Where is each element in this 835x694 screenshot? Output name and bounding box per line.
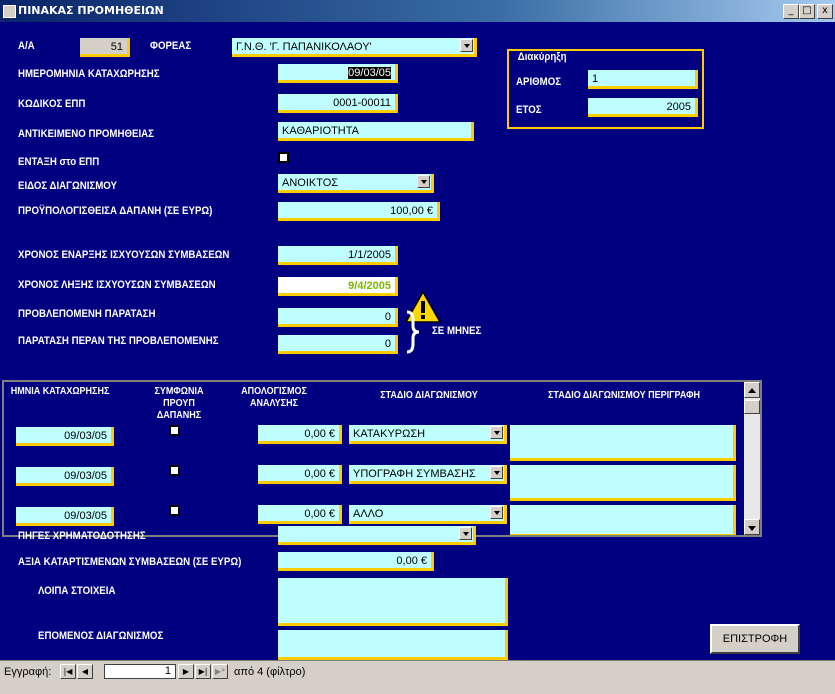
row-amount-field[interactable]: 0,00 € [258,465,342,484]
row-agree-checkbox[interactable] [169,425,180,436]
months-label: ΣΕ ΜΗΝΕΣ [432,325,482,337]
subform-rows: 09/03/05 0,00 € ΚΑΤΑΚΥΡΩΣΗ 09/03/05 0,00… [4,425,744,535]
aa-field[interactable]: 51 [80,38,130,57]
start-field[interactable]: 1/1/2005 [278,246,398,265]
diakiriksi-title: Διακύρηξη [516,51,569,63]
ext-field[interactable]: 0 [278,308,398,327]
last-record-icon[interactable]: ▶| [195,664,211,679]
chevron-down-icon[interactable] [459,527,472,540]
form-icon [3,5,16,18]
minimize-button[interactable]: _ [783,4,799,19]
other-label: ΛΟΙΠΑ ΣΤΟΙΧΕΙΑ [38,585,116,597]
row-date-field[interactable]: 09/03/05 [16,467,114,486]
subform-scrollbar[interactable] [744,382,760,535]
budget-label: ΠΡΟΫΠΟΛΟΓΙΣΘΕΙΣΑ ΔΑΠΑΝΗ (ΣΕ ΕΥΡΩ) [18,205,213,217]
next-field[interactable] [278,630,508,660]
start-label: ΧΡΟΝΟΣ ΕΝΑΡΞΗΣ ΙΣΧΥΟΥΣΩΝ ΣΥΜΒΑΣΕΩΝ [18,249,230,261]
scroll-thumb[interactable] [744,400,760,414]
subform-header: ΗΜΝΙΑ ΚΑΤΑΧΩΡΗΣΗΣ ΣΥΜΦΩΝΙΑ ΠΡΟΥΠ ΔΑΠΑΝΗΣ… [4,382,744,425]
record-navigation: Εγγραφή: |◀ ◀ 1 ▶ ▶| ▶* από 4 (φίλτρο) [0,660,835,694]
row-stage-value: ΚΑΤΑΚΥΡΩΣΗ [353,428,426,440]
number-label: ΑΡΙΘΜΟΣ [516,76,562,88]
prev-record-icon[interactable]: ◀ [77,664,93,679]
ext2-field[interactable]: 0 [278,335,398,354]
row-stage-combo[interactable]: ΚΑΤΑΚΥΡΩΣΗ [349,425,507,444]
scroll-up-icon[interactable] [744,382,760,398]
chevron-down-icon[interactable] [417,175,430,188]
budget-field[interactable]: 100,00 € [278,202,440,221]
year-field[interactable]: 2005 [588,98,698,117]
row-desc-field[interactable] [510,425,736,461]
ext-label: ΠΡΟΒΛΕΠΟΜΕΝΗ ΠΑΡΑΤΑΣΗ [18,308,156,320]
col-stage-header: ΣΤΑΔΙΟ ΔΙΑΓΩΝΙΣΜΟΥ [380,390,478,401]
code-label: ΚΩΔΙΚΟΣ ΕΠΠ [18,98,86,110]
col-agree-header: ΣΥΜΦΩΝΙΑ ΠΡΟΥΠ ΔΑΠΑΝΗΣ [154,386,204,421]
type-label: ΕΙΔΟΣ ΔΙΑΓΩΝΙΣΜΟΥ [18,180,117,192]
col-desc-header: ΣΤΑΔΙΟ ΔΙΑΓΩΝΙΣΜΟΥ ΠΕΡΙΓΡΑΦΗ [547,390,701,401]
code-field[interactable]: 0001-00011 [278,94,398,113]
year-label: ΕΤΟΣ [516,104,542,116]
type-combo[interactable]: ΑΝΟΙΚΤΟΣ [278,174,434,193]
new-record-icon[interactable]: ▶* [212,664,228,679]
brace-icon [406,310,420,354]
date-field[interactable]: 09/03/05 [278,64,398,83]
number-field[interactable]: 1 [588,70,698,89]
end-field[interactable]: 9/4/2005 [278,277,398,296]
date-value: 09/03/05 [348,67,391,79]
row-amount-field[interactable]: 0,00 € [258,425,342,444]
form-body: Α/Α 51 ΦΟΡΕΑΣ Γ.Ν.Θ. 'Γ. ΠΑΠΑΝΙΚΟΛΑΟΥ' Δ… [0,22,835,660]
value-label: ΑΞΙΑ ΚΑΤΑΡΤΙΣΜΕΝΩΝ ΣΥΜΒΑΣΕΩΝ (ΣΕ ΕΥΡΩ) [18,556,242,568]
row-date-field[interactable]: 09/03/05 [16,507,114,526]
window-title: ΠΙΝΑΚΑΣ ΠΡΟΜΗΘΕΙΩΝ [18,4,164,17]
row-agree-checkbox[interactable] [169,465,180,476]
foreas-label: ΦΟΡΕΑΣ [150,40,192,52]
return-button[interactable]: ΕΠΙΣΤΡΟΦΗ [710,624,800,654]
chevron-down-icon[interactable] [490,506,503,519]
ext2-label: ΠΑΡΑΤΑΣΗ ΠΕΡΑΝ ΤΗΣ ΠΡΟΒΛΕΠΟΜΕΝΗΣ [18,335,219,347]
row-stage-combo[interactable]: ΥΠΟΓΡΑΦΗ ΣΥΜΒΑΣΗΣ [349,465,507,484]
sources-combo[interactable] [278,526,476,545]
value-field[interactable]: 0,00 € [278,552,434,571]
type-value: ΑΝΟΙΚΤΟΣ [282,177,339,189]
col-date-header: ΗΜΝΙΑ ΚΑΤΑΧΩΡΗΣΗΣ [10,386,110,397]
row-desc-field[interactable] [510,465,736,501]
record-count: από 4 (φίλτρο) [234,666,306,678]
row-stage-value: ΑΛΛΟ [353,508,384,520]
next-label: ΕΠΟΜΕΝΟΣ ΔΙΑΓΩΝΙΣΜΟΣ [38,630,164,642]
entaxi-label: ΕΝΤΑΞΗ στο ΕΠΠ [18,156,100,168]
entaxi-checkbox[interactable] [278,152,289,163]
next-record-icon[interactable]: ▶ [178,664,194,679]
chevron-down-icon[interactable] [490,466,503,479]
other-field[interactable] [278,578,508,626]
foreas-value: Γ.Ν.Θ. 'Γ. ΠΑΠΑΝΙΚΟΛΑΟΥ' [236,41,372,53]
row-desc-field[interactable] [510,505,736,535]
row-stage-combo[interactable]: ΑΛΛΟ [349,505,507,524]
row-amount-field[interactable]: 0,00 € [258,505,342,524]
access-form-window: ΠΙΝΑΚΑΣ ΠΡΟΜΗΘΕΙΩΝ _ □ x Α/Α 51 ΦΟΡΕΑΣ Γ… [0,0,835,694]
sources-label: ΠΗΓΕΣ ΧΡΗΜΑΤΟΔΟΤΗΣΗΣ [18,530,146,542]
chevron-down-icon[interactable] [460,39,473,52]
maximize-button[interactable]: □ [799,4,815,19]
title-bar: ΠΙΝΑΚΑΣ ΠΡΟΜΗΘΕΙΩΝ _ □ x [0,0,835,22]
subject-field[interactable]: ΚΑΘΑΡΙΟΤΗΤΑ [278,122,474,141]
row-agree-checkbox[interactable] [169,505,180,516]
date-label: ΗΜΕΡΟΜΗΝΙΑ ΚΑΤΑΧΩΡΗΣΗΣ [18,68,160,80]
record-number-input[interactable]: 1 [104,664,176,679]
foreas-combo[interactable]: Γ.Ν.Θ. 'Γ. ΠΑΠΑΝΙΚΟΛΑΟΥ' [232,38,477,57]
row-stage-value: ΥΠΟΓΡΑΦΗ ΣΥΜΒΑΣΗΣ [353,468,476,480]
record-label: Εγγραφή: [4,666,52,678]
aa-label: Α/Α [18,40,35,52]
close-button[interactable]: x [817,4,833,19]
scroll-down-icon[interactable] [744,519,760,535]
first-record-icon[interactable]: |◀ [60,664,76,679]
row-date-field[interactable]: 09/03/05 [16,427,114,446]
subject-label: ΑΝΤΙΚΕΙΜΕΝΟ ΠΡΟΜΗΘΕΙΑΣ [18,128,154,140]
col-report-header: ΑΠΟΛΟΓΙΣΜΟΣ ΑΝΑΛΥΣΗΣ [241,386,307,409]
stages-subform[interactable]: ΗΜΝΙΑ ΚΑΤΑΧΩΡΗΣΗΣ ΣΥΜΦΩΝΙΑ ΠΡΟΥΠ ΔΑΠΑΝΗΣ… [2,380,762,537]
chevron-down-icon[interactable] [490,426,503,439]
end-label: ΧΡΟΝΟΣ ΛΗΞΗΣ ΙΣΧΥΟΥΣΩΝ ΣΥΜΒΑΣΕΩΝ [18,279,216,291]
